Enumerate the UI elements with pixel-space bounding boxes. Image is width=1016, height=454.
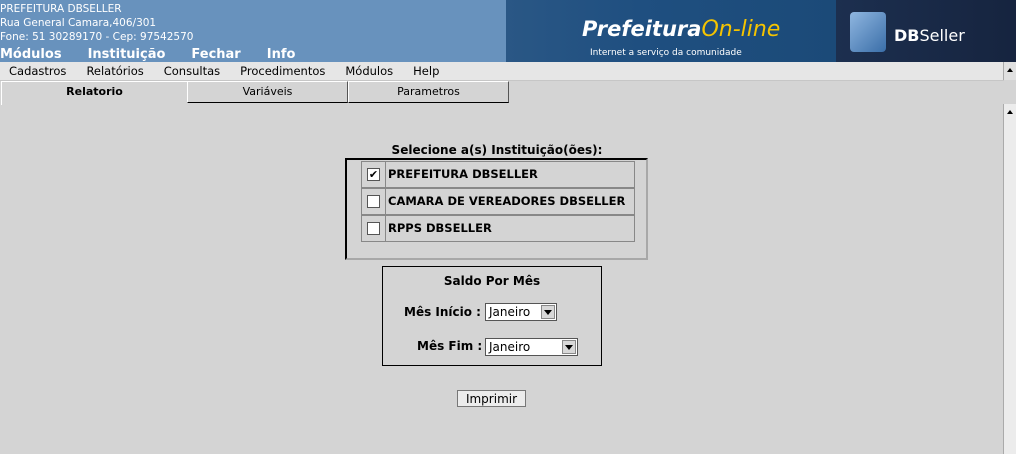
menu-cadastros[interactable]: Cadastros (9, 64, 66, 78)
banner-tagline: Internet a serviço da comunidade (590, 48, 742, 58)
top-menu-info[interactable]: Info (267, 47, 296, 62)
institution-name: PREFEITURA DBSELLER (0, 3, 122, 15)
mes-inicio-label: Mês Início : (404, 305, 481, 319)
institution-contact: Fone: 51 30289170 - Cep: 97542570 (0, 31, 194, 43)
banner-brand-suffix: On-line (701, 17, 781, 42)
institution-checkbox-prefeitura[interactable]: ✔ (367, 168, 380, 181)
chevron-down-icon (565, 345, 573, 350)
tab-relatorio[interactable]: Relatorio (1, 81, 187, 105)
institutions-title: Selecione a(s) Instituição(ões): (391, 143, 603, 157)
institution-checkbox-rpps[interactable] (367, 222, 380, 235)
menubar: Cadastros Relatórios Consultas Procedime… (0, 62, 1004, 81)
menu-relatorios[interactable]: Relatórios (86, 64, 143, 78)
institution-row: CAMARA DE VEREADORES DBSELLER (361, 188, 635, 215)
institution-checkbox-camara[interactable] (367, 195, 380, 208)
institution-row: RPPS DBSELLER (361, 215, 635, 242)
banner-brand: PrefeituraOn-line (582, 17, 780, 42)
mes-fim-label: Mês Fim : (417, 339, 483, 353)
menu-procedimentos[interactable]: Procedimentos (240, 64, 325, 78)
checkbox-cell: ✔ (362, 162, 386, 187)
saldo-por-mes-box: Saldo Por Mês Mês Início : Janeiro Mês F… (382, 266, 602, 366)
banner-brand-text: Prefeitura (582, 17, 702, 41)
mes-inicio-dropdown-button[interactable] (541, 305, 555, 319)
top-menu-fechar[interactable]: Fechar (191, 47, 240, 62)
tab-bar: Relatorio Variáveis Parametros (0, 81, 1004, 105)
imprimir-button[interactable]: Imprimir (457, 390, 526, 407)
tab-variaveis[interactable]: Variáveis (187, 81, 348, 103)
content-scrollbar[interactable] (1003, 104, 1016, 454)
dbseller-logo: DBSeller (836, 0, 1016, 62)
institution-label: RPPS DBSELLER (388, 221, 492, 235)
menu-modulos[interactable]: Módulos (345, 64, 393, 78)
saldo-title: Saldo Por Mês (443, 274, 541, 288)
top-menu-modulos[interactable]: Módulos (0, 47, 62, 62)
dbseller-logo-text: DBSeller (894, 26, 965, 45)
vendor-logo-bold: DB (894, 26, 920, 45)
dbseller-logo-icon (850, 12, 886, 52)
prefeitura-online-banner: PrefeituraOn-line Internet a serviço da … (506, 0, 836, 62)
top-menu-instituicao[interactable]: Instituição (88, 47, 166, 62)
app-header: PREFEITURA DBSELLER Rua General Camara,4… (0, 0, 1016, 62)
mes-inicio-select[interactable]: Janeiro (485, 303, 557, 321)
mes-fim-dropdown-button[interactable] (562, 340, 576, 354)
institution-label: PREFEITURA DBSELLER (388, 167, 538, 181)
institution-label: CAMARA DE VEREADORES DBSELLER (388, 194, 626, 208)
institution-address: Rua General Camara,406/301 (0, 17, 157, 29)
menu-consultas[interactable]: Consultas (164, 64, 220, 78)
mes-fim-value: Janeiro (489, 340, 531, 354)
menu-help[interactable]: Help (413, 64, 439, 78)
checkbox-cell (362, 189, 386, 214)
chevron-down-icon (544, 310, 552, 315)
institution-info: PREFEITURA DBSELLER Rua General Camara,4… (0, 2, 193, 44)
top-menu: Módulos Instituição Fechar Info (0, 47, 321, 62)
vendor-logo-rest: Seller (919, 26, 965, 45)
mes-inicio-value: Janeiro (489, 305, 531, 319)
institutions-box: ✔ PREFEITURA DBSELLER CAMARA DE VEREADOR… (345, 158, 648, 260)
scroll-up-arrow-icon[interactable] (1007, 68, 1013, 72)
content-scroll-up-icon[interactable] (1007, 110, 1013, 114)
outer-scrollbar[interactable] (1003, 62, 1016, 80)
tab-parametros[interactable]: Parametros (348, 81, 509, 103)
mes-fim-select[interactable]: Janeiro (485, 338, 578, 356)
checkbox-cell (362, 216, 386, 241)
institution-row: ✔ PREFEITURA DBSELLER (361, 161, 635, 188)
